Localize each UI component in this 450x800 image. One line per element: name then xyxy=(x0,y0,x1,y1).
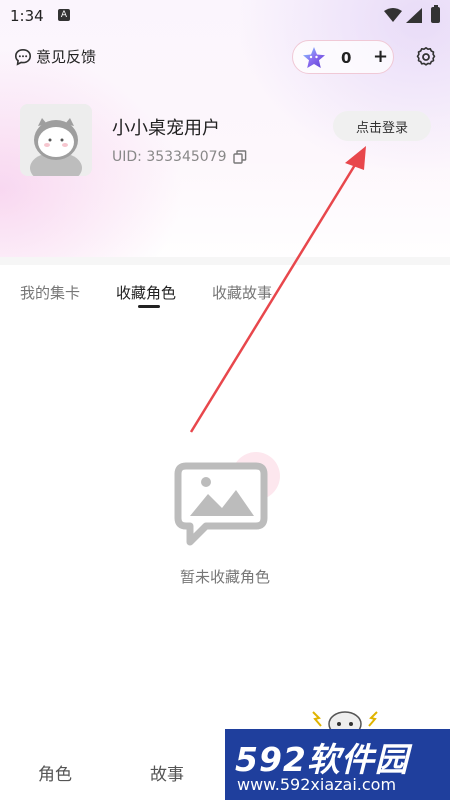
nav-characters[interactable]: 角色 xyxy=(38,760,72,785)
notification-a-icon: A xyxy=(58,9,70,21)
uid-text: UID: 353345079 xyxy=(112,149,227,165)
empty-state-text: 暂未收藏角色 xyxy=(179,568,270,586)
add-coins-button[interactable]: + xyxy=(373,46,388,67)
section-divider xyxy=(0,257,450,265)
login-button[interactable]: 点击登录 xyxy=(333,111,431,141)
coin-count: 0 xyxy=(341,49,352,67)
gear-icon[interactable] xyxy=(416,47,436,67)
signal-icon xyxy=(406,8,422,23)
star-icon xyxy=(303,47,325,68)
feedback-link[interactable]: 意见反馈 xyxy=(14,46,96,67)
collection-tabs: 我的集卡 收藏角色 收藏故事 xyxy=(0,282,450,312)
coin-balance-pill[interactable]: 0 + xyxy=(292,40,394,74)
tab-favorite-characters[interactable]: 收藏角色 xyxy=(116,282,176,303)
copy-icon[interactable] xyxy=(232,150,247,164)
watermark-badge: 592软件园 www.592xiazai.com xyxy=(225,729,450,800)
image-placeholder-icon xyxy=(174,452,280,546)
avatar[interactable] xyxy=(20,104,92,176)
avatar-character-icon xyxy=(20,104,92,176)
uid-row: UID: 353345079 xyxy=(112,149,247,165)
tab-favorite-stories[interactable]: 收藏故事 xyxy=(212,282,272,303)
tab-my-cards[interactable]: 我的集卡 xyxy=(20,282,80,303)
status-bar: 1:34 A xyxy=(0,0,450,32)
active-tab-indicator xyxy=(138,305,160,308)
nav-stories[interactable]: 故事 xyxy=(150,760,184,785)
watermark-brand: 592软件园 xyxy=(235,740,409,779)
battery-icon xyxy=(431,5,440,23)
watermark-url: www.592xiazai.com xyxy=(237,775,397,794)
wifi-icon xyxy=(384,8,402,22)
feedback-label: 意见反馈 xyxy=(36,48,97,66)
user-name: 小小桌宠用户 xyxy=(112,118,220,139)
feedback-icon xyxy=(14,48,32,66)
status-time: 1:34 xyxy=(10,7,44,25)
